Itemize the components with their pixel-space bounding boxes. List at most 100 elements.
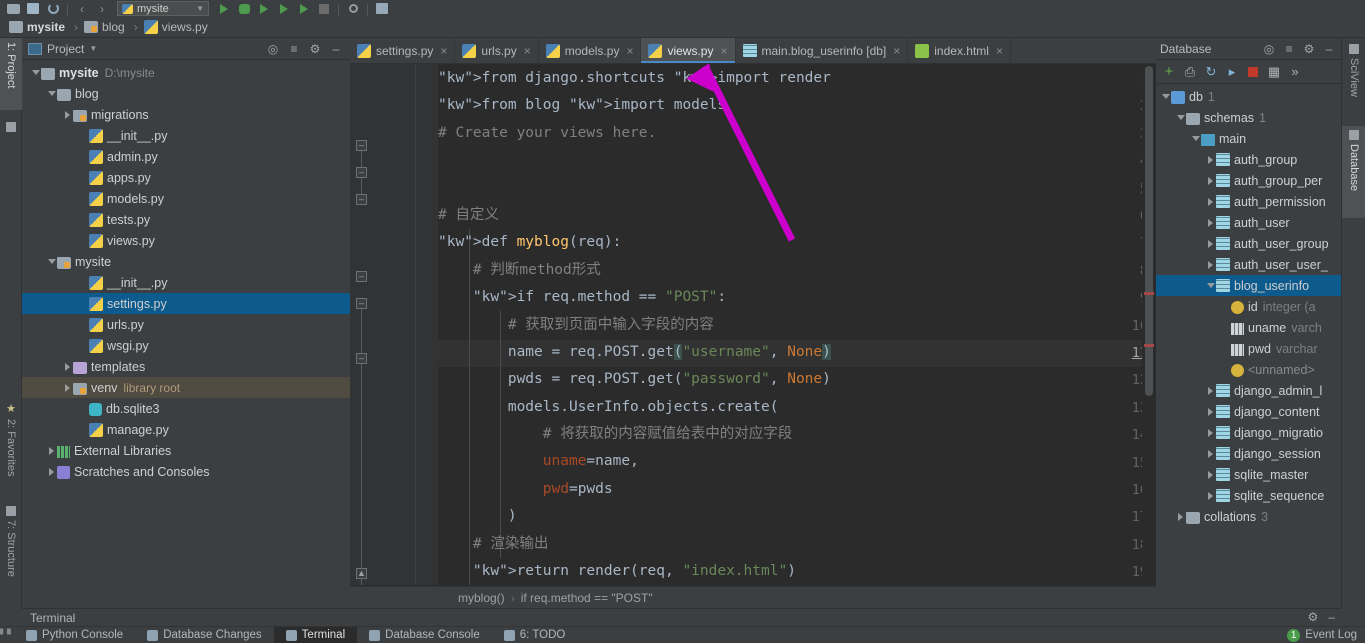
run-coverage-icon[interactable]: [255, 1, 273, 16]
db-tree-item-sqlite-master[interactable]: sqlite_master: [1156, 464, 1341, 485]
tree-item-models-py[interactable]: models.py: [22, 188, 350, 209]
profile-icon[interactable]: [275, 1, 293, 16]
db-tree-item-uname[interactable]: uname varch: [1156, 317, 1341, 338]
db-tree-item-pwd[interactable]: pwd varchar: [1156, 338, 1341, 359]
fold-marker[interactable]: –: [356, 298, 367, 309]
tree-item-settings-py[interactable]: settings.py: [22, 293, 350, 314]
collapse-arrow-icon[interactable]: [62, 382, 73, 393]
run-query-icon[interactable]: ▸: [1224, 64, 1240, 80]
editor-tab-models-py[interactable]: models.py ×: [539, 38, 642, 63]
rail-item-project[interactable]: 1: Project: [0, 38, 22, 110]
tree-item-db-sqlite3[interactable]: db.sqlite3: [22, 398, 350, 419]
db-tree-item-auth-group[interactable]: auth_group: [1156, 149, 1341, 170]
refresh-icon[interactable]: ↻: [1203, 64, 1219, 80]
gear-icon[interactable]: ⚙: [1308, 610, 1319, 624]
database-tree[interactable]: db 1 schemas 1 main auth_group auth_group_…: [1156, 84, 1341, 608]
db-tree-item-id[interactable]: id integer (a: [1156, 296, 1341, 317]
fold-marker[interactable]: –: [356, 194, 367, 205]
editor-breadcrumb[interactable]: myblog() › if req.method == "POST": [350, 586, 1156, 608]
error-marker[interactable]: [1144, 292, 1154, 295]
collapse-arrow-icon[interactable]: [1205, 217, 1216, 228]
db-tree-item-auth-user-user-[interactable]: auth_user_user_: [1156, 254, 1341, 275]
tree-item-apps-py[interactable]: apps.py: [22, 167, 350, 188]
collapse-arrow-icon[interactable]: [1205, 469, 1216, 480]
collapse-arrow-icon[interactable]: [1175, 511, 1186, 522]
collapse-arrow-icon[interactable]: [1205, 238, 1216, 249]
collapse-arrow-icon[interactable]: [1205, 427, 1216, 438]
open-folder-icon[interactable]: [4, 1, 22, 16]
tree-item--init-py[interactable]: __init__.py: [22, 272, 350, 293]
db-tree-item-collations[interactable]: collations 3: [1156, 506, 1341, 527]
tree-item-mysite[interactable]: mysite: [22, 251, 350, 272]
tree-item-views-py[interactable]: views.py: [22, 230, 350, 251]
editor-tab-views-py[interactable]: views.py ×: [641, 38, 736, 63]
tree-item-admin-py[interactable]: admin.py: [22, 146, 350, 167]
collapse-arrow-icon[interactable]: [1205, 490, 1216, 501]
tree-item-venv[interactable]: venv library root: [22, 377, 350, 398]
tree-item-scratches-and-consoles[interactable]: Scratches and Consoles: [22, 461, 350, 482]
search-icon[interactable]: [344, 1, 362, 16]
attach-icon[interactable]: [295, 1, 313, 16]
editor-scrollbar[interactable]: [1142, 64, 1156, 585]
copy-icon[interactable]: ⎙: [1182, 64, 1198, 80]
collapse-arrow-icon[interactable]: [1205, 259, 1216, 270]
db-tree-item-blog-userinfo[interactable]: blog_userinfo: [1156, 275, 1341, 296]
collapse-arrow-icon[interactable]: [1205, 154, 1216, 165]
statusbar-item-database-changes[interactable]: Database Changes: [135, 627, 273, 643]
chevron-down-icon[interactable]: ▼: [89, 44, 97, 53]
expand-arrow-icon[interactable]: [46, 88, 57, 99]
add-icon[interactable]: +: [1161, 63, 1177, 80]
minimize-icon[interactable]: –: [328, 41, 344, 57]
rail-item-database[interactable]: Database: [1342, 126, 1365, 218]
fold-marker[interactable]: –: [356, 271, 367, 282]
editor-tab-bar[interactable]: settings.py × urls.py × models.py × view…: [350, 38, 1156, 64]
collapse-arrow-icon[interactable]: [62, 109, 73, 120]
db-tree-item-auth-permission[interactable]: auth_permission: [1156, 191, 1341, 212]
editor-tab-main-blog-userinfo-db-[interactable]: main.blog_userinfo [db] ×: [736, 38, 909, 63]
save-all-icon[interactable]: [24, 1, 42, 16]
more-icon[interactable]: »: [1287, 64, 1303, 80]
db-tree-item-auth-user-group[interactable]: auth_user_group: [1156, 233, 1341, 254]
close-icon[interactable]: ×: [440, 44, 447, 58]
collapse-all-icon[interactable]: ≡: [1281, 41, 1297, 57]
rail-item-favorites[interactable]: ★ 2: Favorites: [0, 398, 22, 490]
collapse-arrow-icon[interactable]: [46, 466, 57, 477]
close-icon[interactable]: ×: [720, 44, 727, 58]
stop-icon[interactable]: [315, 1, 333, 16]
stop-icon[interactable]: [1245, 64, 1261, 80]
tree-item-templates[interactable]: templates: [22, 356, 350, 377]
db-tree-item-django-content[interactable]: django_content: [1156, 401, 1341, 422]
fold-gutter[interactable]: [416, 64, 438, 585]
forward-icon[interactable]: ›: [93, 1, 111, 16]
tree-item--init-py[interactable]: __init__.py: [22, 125, 350, 146]
run-icon[interactable]: [215, 1, 233, 16]
statusbar-item-python-console[interactable]: Python Console: [14, 627, 135, 643]
tree-item-manage-py[interactable]: manage.py: [22, 419, 350, 440]
db-tree-item--lt-unnamed-gt-[interactable]: <unnamed>: [1156, 359, 1341, 380]
statusbar-item-6-todo[interactable]: 6: TODO: [492, 627, 578, 643]
db-tree-item-sqlite-sequence[interactable]: sqlite_sequence: [1156, 485, 1341, 506]
debug-icon[interactable]: [235, 1, 253, 16]
db-tree-item-schemas[interactable]: schemas 1: [1156, 107, 1341, 128]
fold-marker[interactable]: ▲: [356, 568, 367, 579]
breadcrumb-item-mysite[interactable]: mysite: [6, 19, 71, 35]
locate-icon[interactable]: ◎: [265, 41, 281, 57]
collapse-arrow-icon[interactable]: [1205, 406, 1216, 417]
minimize-icon[interactable]: –: [1328, 610, 1335, 624]
collapse-all-icon[interactable]: ≡: [286, 41, 302, 57]
breadcrumb-item-blog[interactable]: blog: [81, 19, 131, 35]
expand-arrow-icon[interactable]: [1205, 280, 1216, 291]
collapse-arrow-icon[interactable]: [1205, 385, 1216, 396]
expand-arrow-icon[interactable]: [46, 256, 57, 267]
tree-item-mysite[interactable]: mysite D:\mysite: [22, 62, 350, 83]
statusbar-item-terminal[interactable]: Terminal: [273, 626, 358, 643]
gear-icon[interactable]: ⚙: [1301, 41, 1317, 57]
sync-icon[interactable]: [44, 1, 62, 16]
db-tree-item-django-admin-l[interactable]: django_admin_l: [1156, 380, 1341, 401]
project-files-icon[interactable]: [0, 118, 22, 140]
tree-item-migrations[interactable]: migrations: [22, 104, 350, 125]
expand-arrow-icon[interactable]: [1190, 133, 1201, 144]
collapse-arrow-icon[interactable]: [1205, 196, 1216, 207]
project-file-tree[interactable]: mysite D:\mysite blog migrations __init__…: [22, 60, 350, 608]
db-tree-item-auth-user[interactable]: auth_user: [1156, 212, 1341, 233]
